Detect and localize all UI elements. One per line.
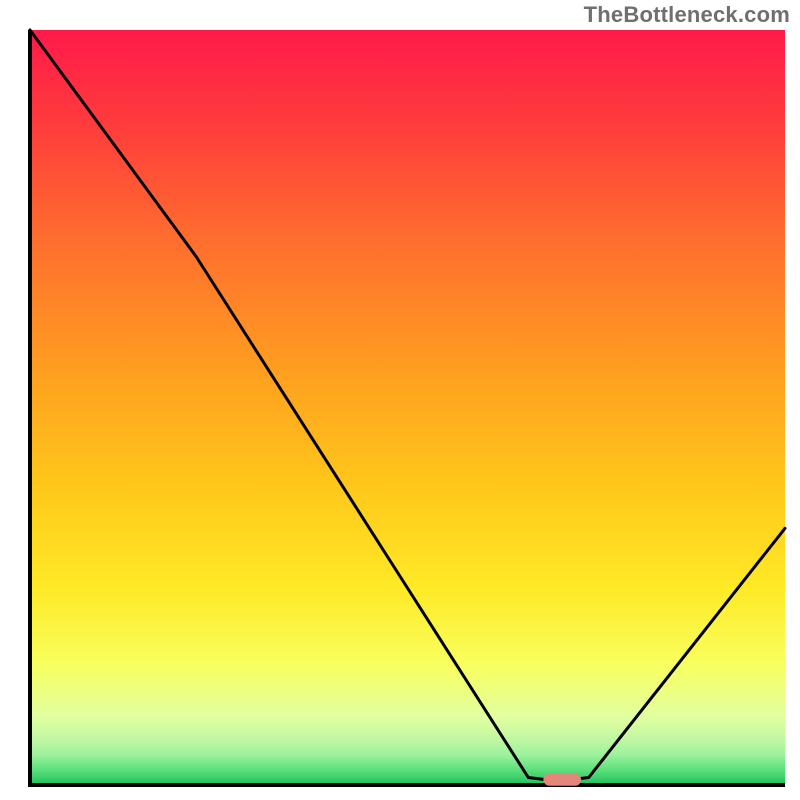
optimal-range-marker (543, 774, 581, 786)
bottleneck-chart (0, 0, 800, 800)
chart-container: TheBottleneck.com (0, 0, 800, 800)
